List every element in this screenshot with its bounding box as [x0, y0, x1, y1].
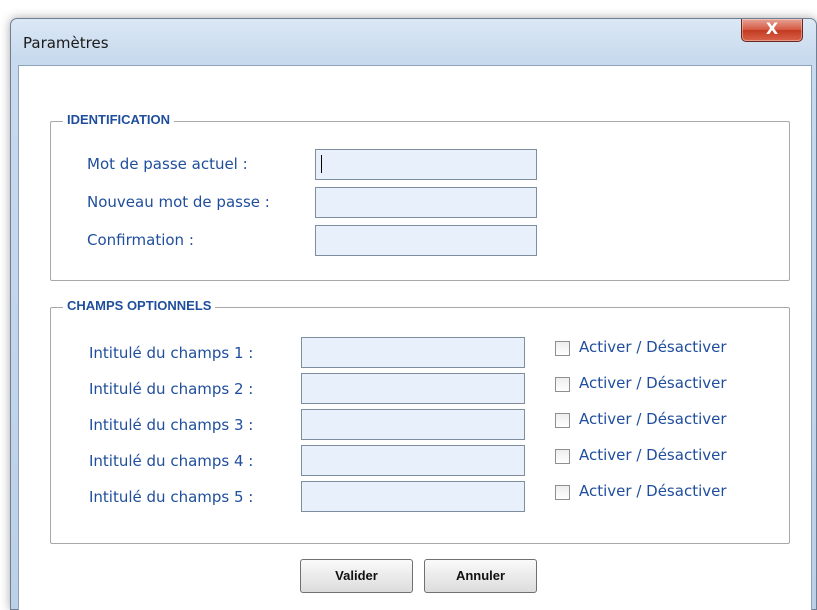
optional-field-1-checkbox-label[interactable]: Activer / Désactiver — [579, 338, 727, 356]
confirmation-label: Confirmation : — [87, 231, 194, 249]
optional-field-5-label: Intitulé du champs 5 : — [89, 488, 254, 506]
optional-field-5-checkbox[interactable] — [555, 485, 570, 500]
optional-field-3-label: Intitulé du champs 3 : — [89, 416, 254, 434]
dialog-body: IDENTIFICATION Mot de passe actuel : Nou… — [18, 65, 812, 610]
optional-field-1-label: Intitulé du champs 1 : — [89, 344, 254, 362]
text-caret — [321, 155, 322, 173]
new-password-input[interactable] — [315, 187, 537, 218]
optional-fields-group: CHAMPS OPTIONNELS Intitulé du champs 1 :… — [50, 298, 790, 544]
optional-field-1-input[interactable] — [301, 337, 525, 368]
optional-field-3-checkbox-label[interactable]: Activer / Désactiver — [579, 410, 727, 428]
optional-field-3-checkbox[interactable] — [555, 413, 570, 428]
new-password-label: Nouveau mot de passe : — [87, 193, 270, 211]
optional-field-1-checkbox[interactable] — [555, 341, 570, 356]
confirmation-input[interactable] — [315, 225, 537, 256]
optional-field-5-checkbox-label[interactable]: Activer / Désactiver — [579, 482, 727, 500]
optional-field-4-input[interactable] — [301, 445, 525, 476]
window-title: Paramètres — [23, 34, 109, 52]
validate-button[interactable]: Valider — [300, 559, 413, 593]
close-icon: X — [765, 19, 779, 38]
optional-field-2-checkbox[interactable] — [555, 377, 570, 392]
close-button[interactable]: X — [741, 19, 803, 42]
optional-field-2-label: Intitulé du champs 2 : — [89, 380, 254, 398]
optional-fields-title: CHAMPS OPTIONNELS — [63, 298, 216, 313]
optional-field-4-checkbox-label[interactable]: Activer / Désactiver — [579, 446, 727, 464]
identification-title: IDENTIFICATION — [63, 112, 175, 127]
dialog-window: Paramètres X IDENTIFICATION Mot de passe… — [10, 18, 817, 610]
optional-field-2-input[interactable] — [301, 373, 525, 404]
identification-group: IDENTIFICATION Mot de passe actuel : Nou… — [50, 112, 790, 281]
current-password-input[interactable] — [315, 149, 537, 180]
optional-field-5-input[interactable] — [301, 481, 525, 512]
optional-field-3-input[interactable] — [301, 409, 525, 440]
optional-field-4-label: Intitulé du champs 4 : — [89, 452, 254, 470]
current-password-label: Mot de passe actuel : — [87, 155, 248, 173]
cancel-button[interactable]: Annuler — [424, 559, 537, 593]
optional-field-2-checkbox-label[interactable]: Activer / Désactiver — [579, 374, 727, 392]
optional-field-4-checkbox[interactable] — [555, 449, 570, 464]
